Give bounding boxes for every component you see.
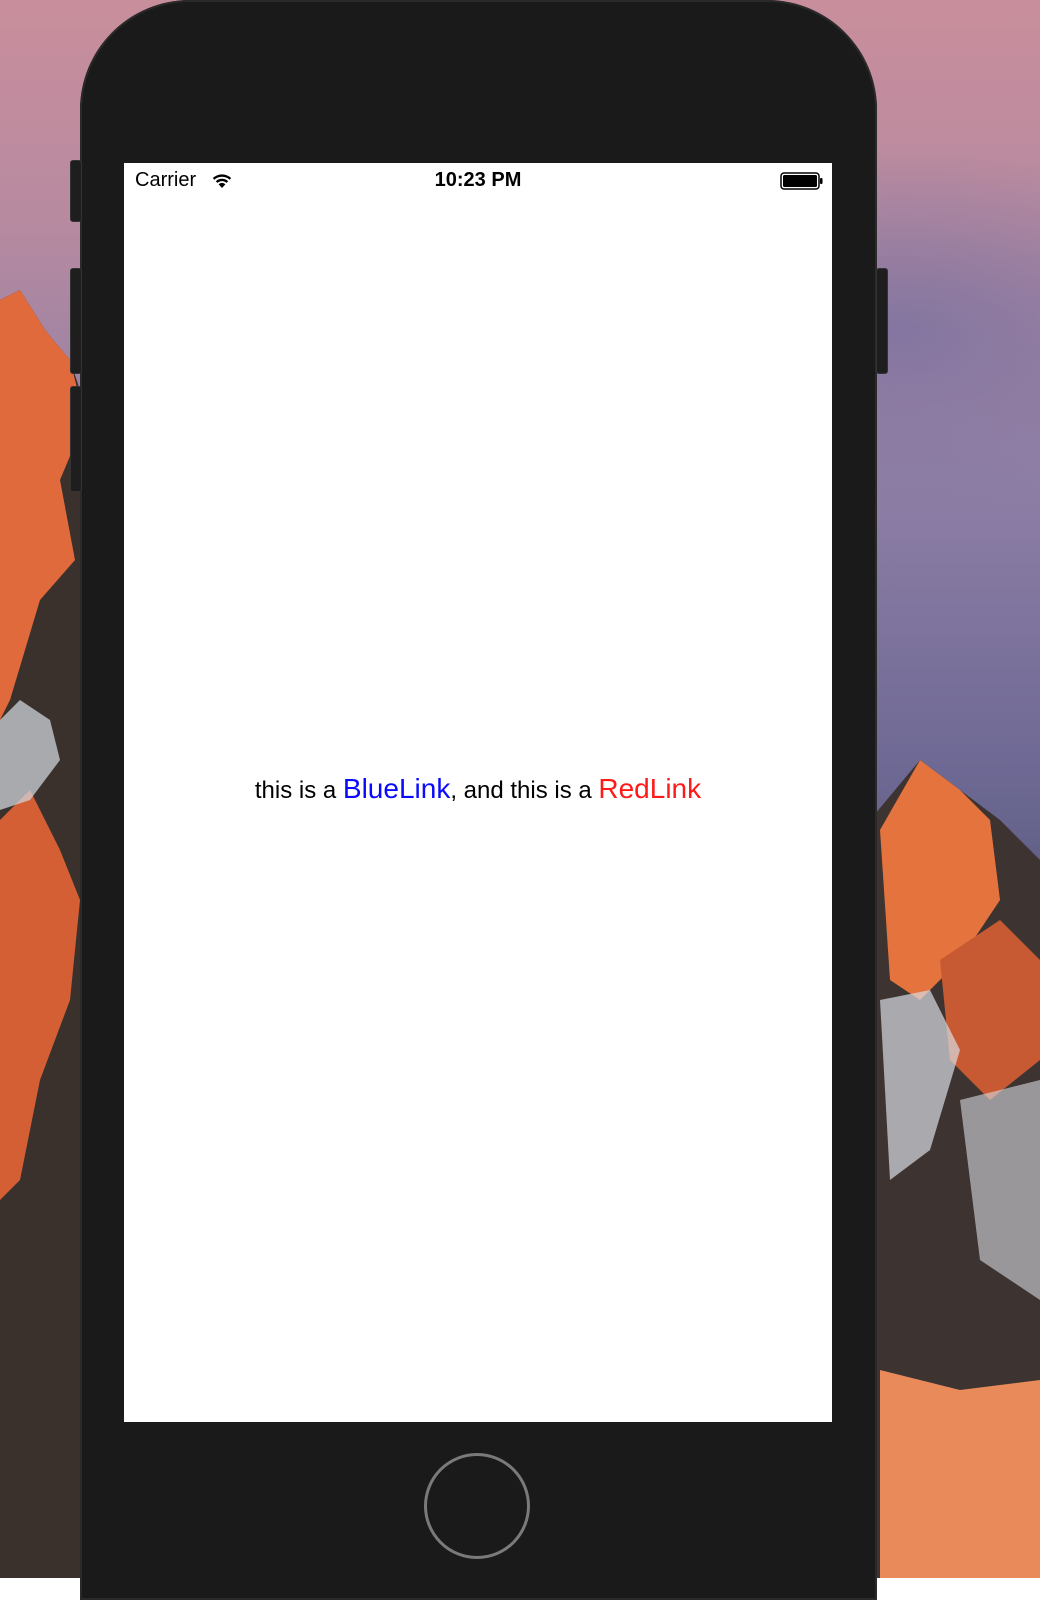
blue-link[interactable]: BlueLink	[343, 773, 450, 804]
status-bar: Carrier 10:23 PM	[124, 163, 832, 199]
battery-icon	[780, 172, 823, 190]
red-link[interactable]: RedLink	[598, 773, 701, 804]
home-button-icon[interactable]	[424, 1453, 530, 1559]
text-prefix: this is a	[254, 777, 343, 804]
device-screen: Carrier 10:23 PM this is a BlueLink, and…	[124, 163, 832, 1422]
attributed-text-line: this is a BlueLink, and this is a RedLin…	[124, 773, 832, 805]
text-middle: , and this is a	[450, 777, 599, 804]
volume-down-button	[70, 386, 82, 492]
volume-up-button	[70, 268, 82, 374]
power-button	[876, 268, 888, 374]
status-time: 10:23 PM	[434, 169, 522, 191]
mute-switch	[70, 160, 82, 222]
